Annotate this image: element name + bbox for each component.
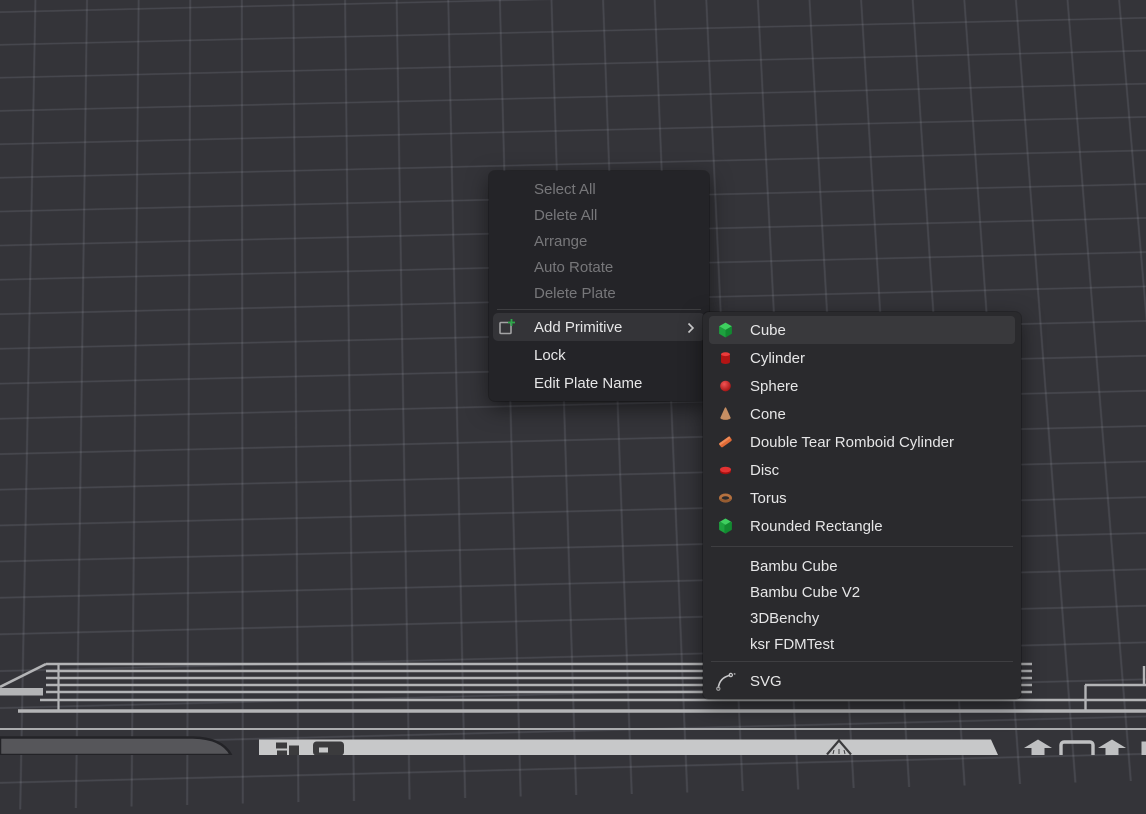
submenu-item-bambu-cube[interactable]: Bambu Cube bbox=[703, 553, 1021, 579]
submenu-item-label: Bambu Cube V2 bbox=[750, 584, 860, 601]
menu-item-label: Select All bbox=[534, 181, 596, 198]
plate-icon bbox=[1061, 742, 1093, 755]
plate-orientation-marks bbox=[1024, 740, 1146, 756]
menu-separator bbox=[711, 546, 1013, 547]
menu-item-label: Lock bbox=[534, 347, 566, 364]
submenu-item-cube[interactable]: Cube bbox=[709, 316, 1015, 344]
add-primitive-submenu: Cube Cylinder Sphere bbox=[703, 312, 1021, 699]
add-primitive-icon bbox=[498, 318, 516, 336]
submenu-item-label: SVG bbox=[750, 673, 782, 690]
arrow-up-icon bbox=[1098, 740, 1126, 756]
menu-separator bbox=[711, 661, 1013, 662]
menu-item-lock[interactable]: Lock bbox=[489, 341, 709, 369]
submenu-item-label: Double Tear Romboid Cylinder bbox=[750, 434, 954, 451]
cylinder-icon bbox=[717, 350, 734, 367]
menu-item-label: Delete All bbox=[534, 207, 597, 224]
submenu-item-label: Cone bbox=[750, 406, 786, 423]
submenu-item-torus[interactable]: Torus bbox=[703, 484, 1021, 512]
submenu-item-label: Cube bbox=[750, 322, 786, 339]
disc-icon bbox=[717, 462, 734, 479]
submenu-item-rounded-rectangle[interactable]: Rounded Rectangle bbox=[703, 512, 1021, 540]
menu-item-label: Edit Plate Name bbox=[534, 375, 642, 392]
plate-context-menu: Select All Delete All Arrange Auto Rotat… bbox=[489, 171, 709, 401]
plate-label-strip bbox=[259, 740, 998, 756]
menu-item-label: Auto Rotate bbox=[534, 259, 613, 276]
submenu-item-double-tear-romboid-cylinder[interactable]: Double Tear Romboid Cylinder bbox=[703, 428, 1021, 456]
double-tear-romboid-cylinder-icon bbox=[717, 434, 734, 451]
sphere-icon bbox=[717, 378, 734, 395]
menu-item-label: Arrange bbox=[534, 233, 587, 250]
submenu-item-label: ksr FDMTest bbox=[750, 636, 834, 653]
menu-separator bbox=[497, 309, 701, 310]
menu-item-select-all: Select All bbox=[489, 176, 709, 202]
submenu-item-label: Disc bbox=[750, 462, 779, 479]
submenu-item-cone[interactable]: Cone bbox=[703, 400, 1021, 428]
torus-icon bbox=[717, 490, 734, 507]
rounded-rectangle-icon bbox=[717, 518, 734, 535]
submenu-item-label: Sphere bbox=[750, 378, 798, 395]
submenu-item-label: Torus bbox=[750, 490, 787, 507]
plate-corner bbox=[0, 738, 231, 756]
menu-item-label: Delete Plate bbox=[534, 285, 616, 302]
submenu-item-label: Cylinder bbox=[750, 350, 805, 367]
cone-icon bbox=[717, 406, 734, 423]
submenu-item-sphere[interactable]: Sphere bbox=[703, 372, 1021, 400]
menu-item-auto-rotate: Auto Rotate bbox=[489, 254, 709, 280]
submenu-item-3dbenchy[interactable]: 3DBenchy bbox=[703, 605, 1021, 631]
menu-item-arrange: Arrange bbox=[489, 228, 709, 254]
submenu-item-svg[interactable]: SVG bbox=[703, 667, 1021, 695]
menu-item-add-primitive[interactable]: Add Primitive bbox=[493, 313, 705, 341]
menu-item-delete-all: Delete All bbox=[489, 202, 709, 228]
menu-item-label: Add Primitive bbox=[534, 319, 622, 336]
svg-curve-icon bbox=[714, 670, 737, 693]
cube-icon bbox=[717, 322, 734, 339]
submenu-item-ksr-fdmtest[interactable]: ksr FDMTest bbox=[703, 631, 1021, 657]
submenu-item-cylinder[interactable]: Cylinder bbox=[703, 344, 1021, 372]
submenu-item-label: 3DBenchy bbox=[750, 610, 819, 627]
submenu-item-disc[interactable]: Disc bbox=[703, 456, 1021, 484]
arrow-up-icon bbox=[1024, 740, 1052, 756]
submenu-item-label: Bambu Cube bbox=[750, 558, 838, 575]
submenu-item-bambu-cube-v2[interactable]: Bambu Cube V2 bbox=[703, 579, 1021, 605]
submenu-item-label: Rounded Rectangle bbox=[750, 518, 883, 535]
submenu-chevron-icon bbox=[687, 321, 695, 333]
menu-item-edit-plate-name[interactable]: Edit Plate Name bbox=[489, 369, 709, 397]
plate-glyph-icon bbox=[313, 742, 344, 756]
menu-item-delete-plate: Delete Plate bbox=[489, 280, 709, 306]
